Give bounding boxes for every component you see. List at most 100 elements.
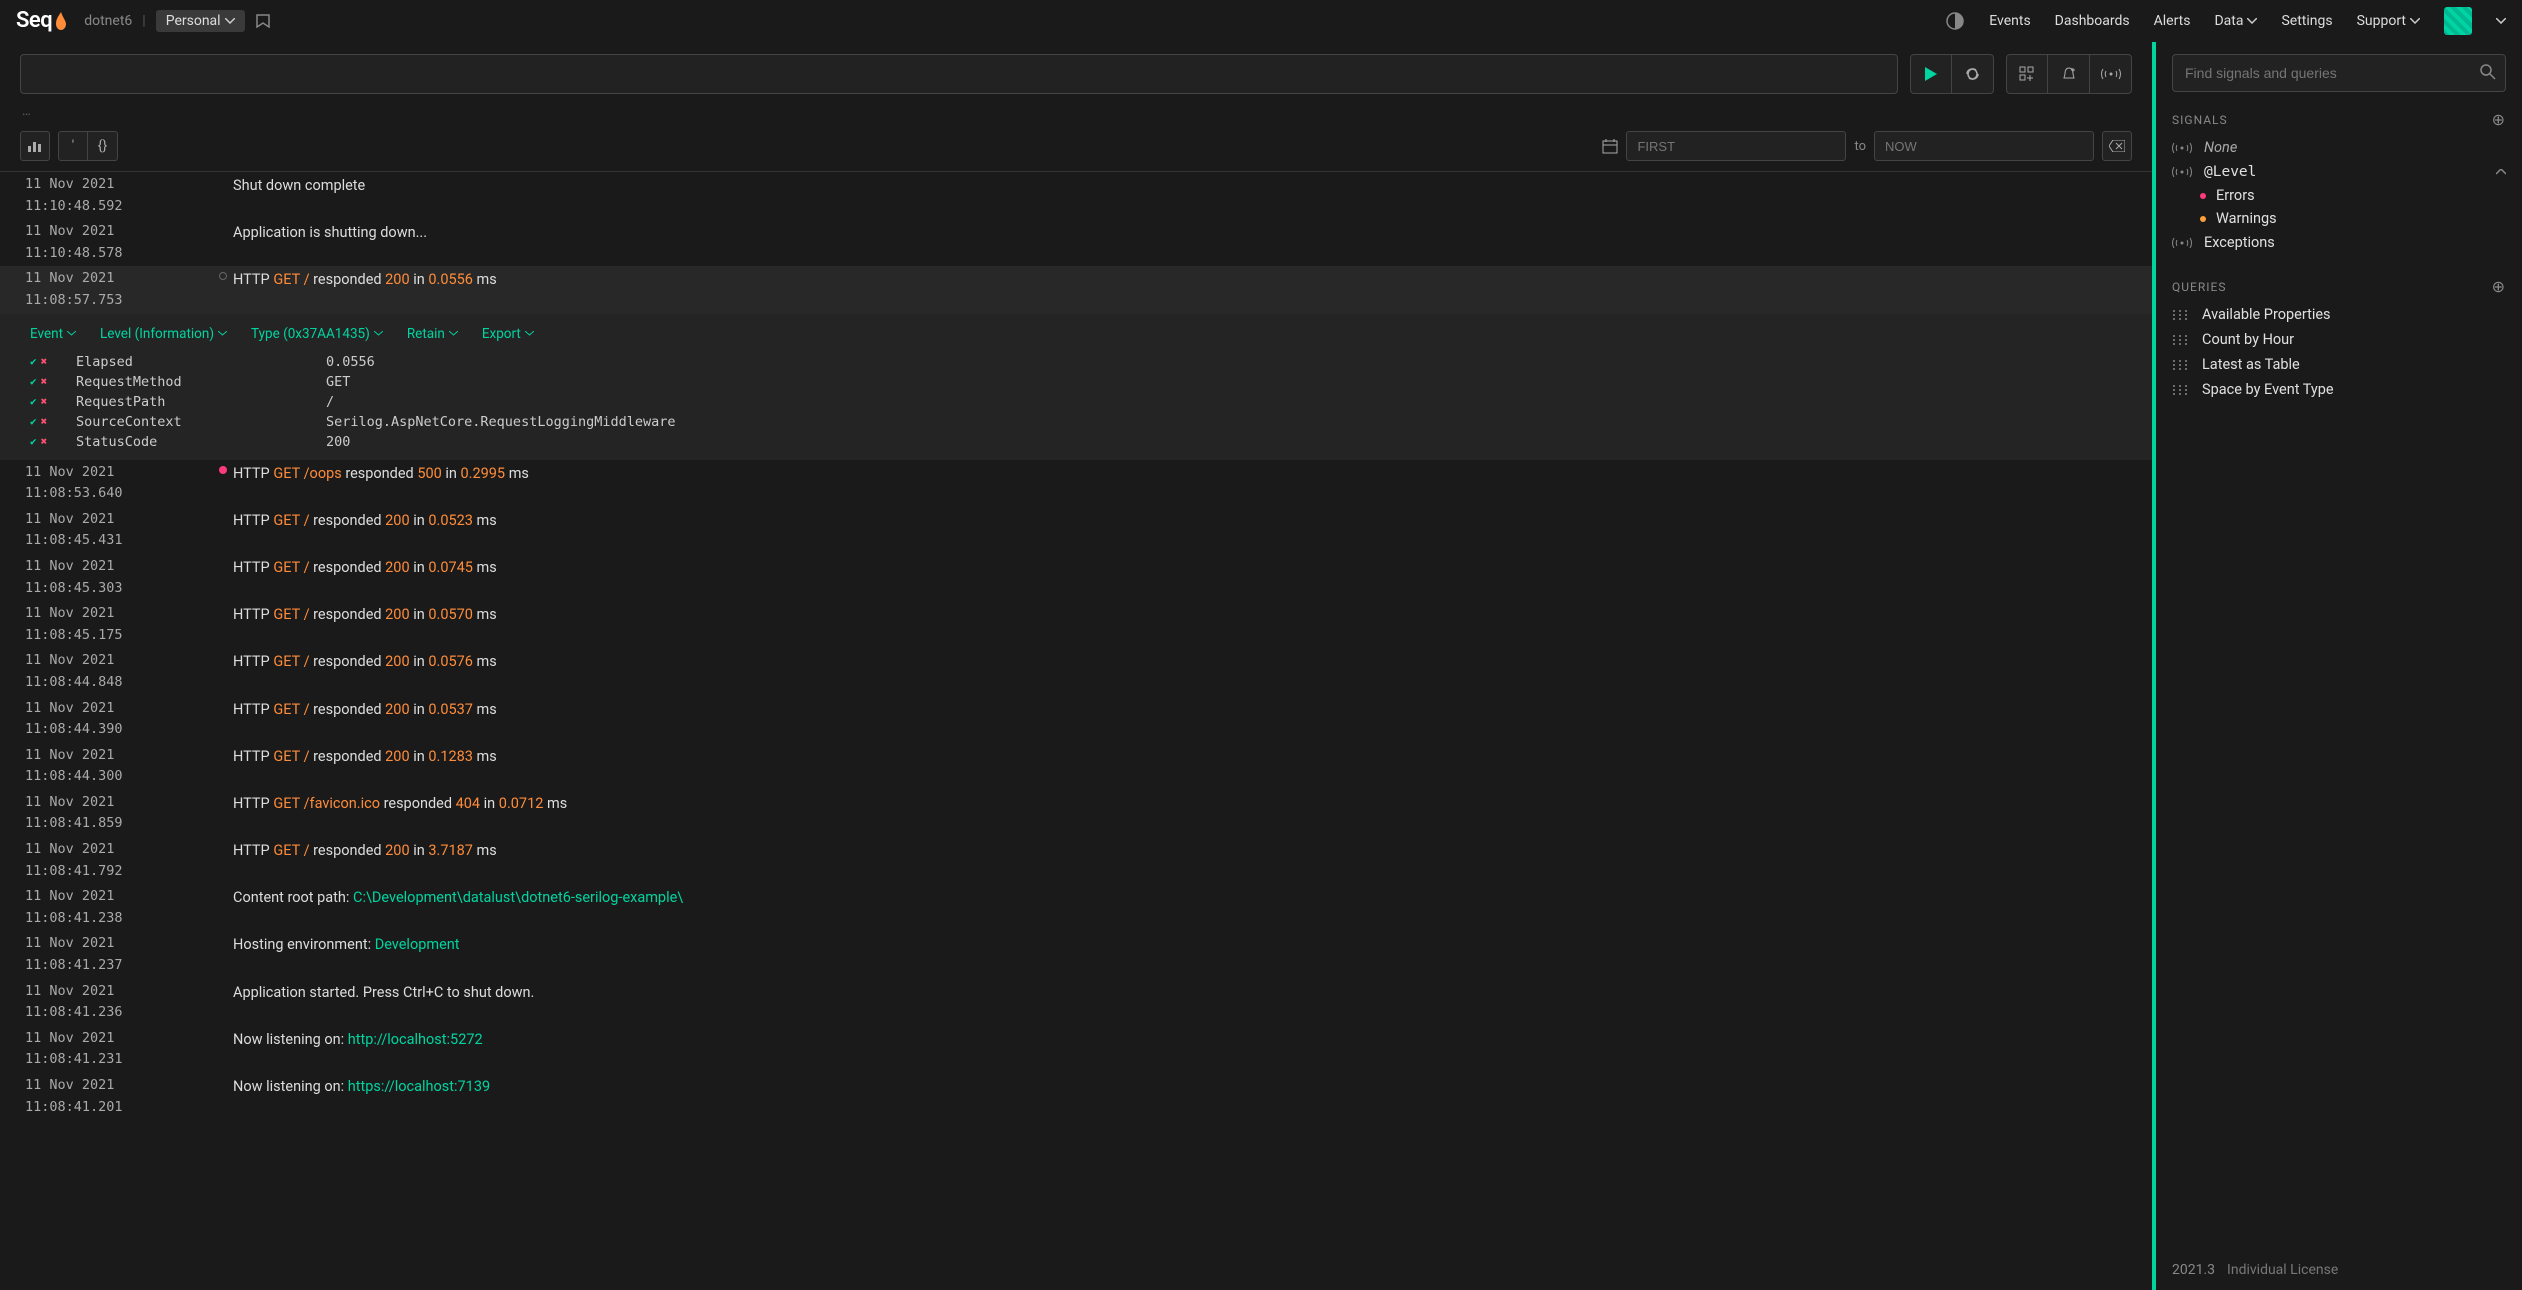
- version-label[interactable]: 2021.3: [2172, 1262, 2215, 1278]
- logo[interactable]: Seq: [16, 8, 68, 33]
- detail-retain-menu[interactable]: Retain: [407, 326, 458, 342]
- queries-header-label: QUERIES: [2172, 280, 2226, 294]
- property-name[interactable]: SourceContext: [76, 414, 316, 430]
- signals-search-input[interactable]: [2172, 54, 2506, 92]
- event-row[interactable]: 11 Nov 2021 11:08:44.390 HTTP GET / resp…: [0, 696, 2152, 743]
- add-signal-icon[interactable]: ⊕: [2492, 110, 2506, 129]
- event-row[interactable]: 11 Nov 2021 11:08:44.848 HTTP GET / resp…: [0, 648, 2152, 695]
- query-space-by-event-type[interactable]: Space by Event Type: [2156, 377, 2522, 402]
- signal-exceptions[interactable]: Exceptions: [2156, 230, 2522, 255]
- workspace-name[interactable]: dotnet6: [84, 13, 132, 29]
- filters-row: ' {} to: [0, 121, 2152, 171]
- chevron-down-icon[interactable]: [2496, 18, 2506, 24]
- calendar-icon[interactable]: [1602, 138, 1618, 154]
- query-input[interactable]: [20, 54, 1898, 94]
- event-timestamp: 11 Nov 2021 11:08:41.859: [13, 792, 213, 835]
- exclude-filter-icon[interactable]: ✖: [41, 435, 48, 448]
- property-value[interactable]: 200: [326, 434, 350, 450]
- property-value[interactable]: GET: [326, 374, 350, 390]
- license-label[interactable]: Individual License: [2227, 1262, 2338, 1278]
- query-latest-as-table[interactable]: Latest as Table: [2156, 352, 2522, 377]
- run-query-button[interactable]: [1910, 54, 1952, 94]
- nav-support[interactable]: Support: [2357, 13, 2420, 29]
- event-row[interactable]: 11 Nov 2021 11:08:41.859 HTTP GET /favic…: [0, 790, 2152, 837]
- event-timestamp: 11 Nov 2021 11:08:41.236: [13, 981, 213, 1024]
- property-value[interactable]: /: [326, 394, 334, 410]
- event-row[interactable]: 11 Nov 2021 11:08:44.300 HTTP GET / resp…: [0, 743, 2152, 790]
- nav-settings[interactable]: Settings: [2281, 13, 2332, 29]
- chart-toggle-button[interactable]: [20, 131, 50, 161]
- query-count-by-hour[interactable]: Count by Hour: [2156, 327, 2522, 352]
- signal-warnings[interactable]: Warnings: [2156, 207, 2522, 230]
- detail-level-menu[interactable]: Level (Information): [100, 326, 227, 342]
- event-row[interactable]: 11 Nov 2021 11:08:45.431 HTTP GET / resp…: [0, 507, 2152, 554]
- chevron-down-icon: [225, 18, 235, 24]
- detail-type-menu[interactable]: Type (0x37AA1435): [251, 326, 383, 342]
- nav-data[interactable]: Data: [2214, 13, 2257, 29]
- events-list: 11 Nov 2021 11:10:48.592 Shut down compl…: [0, 171, 2152, 1290]
- event-row[interactable]: 11 Nov 2021 11:10:48.592 Shut down compl…: [0, 172, 2152, 219]
- quote-button[interactable]: ': [58, 131, 88, 161]
- add-dashboard-button[interactable]: [2006, 54, 2048, 94]
- profile-dropdown[interactable]: Personal: [156, 10, 245, 32]
- event-row[interactable]: 11 Nov 2021 11:08:45.175 HTTP GET / resp…: [0, 601, 2152, 648]
- braces-button[interactable]: {}: [88, 131, 118, 161]
- event-row[interactable]: 11 Nov 2021 11:08:41.236 Application sta…: [0, 979, 2152, 1026]
- signal-child-label: Warnings: [2216, 210, 2277, 227]
- detail-export-menu[interactable]: Export: [482, 326, 534, 342]
- property-row: ✔ ✖ SourceContext Serilog.AspNetCore.Requ…: [30, 412, 2132, 432]
- nav-events[interactable]: Events: [1989, 13, 2030, 29]
- exclude-filter-icon[interactable]: ✖: [41, 375, 48, 388]
- property-name[interactable]: RequestPath: [76, 394, 316, 410]
- chevron-down-icon: [2247, 18, 2257, 24]
- signal-errors[interactable]: Errors: [2156, 184, 2522, 207]
- event-row[interactable]: 11 Nov 2021 11:10:48.578 Application is …: [0, 219, 2152, 266]
- property-value[interactable]: Serilog.AspNetCore.RequestLoggingMiddlew…: [326, 414, 676, 430]
- event-row-expanded[interactable]: 11 Nov 2021 11:08:57.753 HTTP GET / resp…: [0, 266, 2152, 313]
- event-row[interactable]: 11 Nov 2021 11:08:41.201 Now listening o…: [0, 1073, 2152, 1120]
- avatar[interactable]: [2444, 7, 2472, 35]
- bookmark-icon[interactable]: [255, 14, 271, 28]
- query-available-properties[interactable]: Available Properties: [2156, 302, 2522, 327]
- clear-dates-button[interactable]: [2102, 131, 2132, 161]
- property-name[interactable]: Elapsed: [76, 354, 316, 370]
- chevron-up-icon[interactable]: [2496, 169, 2506, 175]
- include-filter-icon[interactable]: ✔: [30, 435, 37, 448]
- exclude-filter-icon[interactable]: ✖: [41, 415, 48, 428]
- property-name[interactable]: RequestMethod: [76, 374, 316, 390]
- search-icon[interactable]: [2480, 64, 2496, 80]
- include-filter-icon[interactable]: ✔: [30, 375, 37, 388]
- date-from-input[interactable]: [1626, 131, 1846, 161]
- event-row[interactable]: 11 Nov 2021 11:08:41.237 Hosting environ…: [0, 931, 2152, 978]
- add-alert-button[interactable]: [2048, 54, 2090, 94]
- event-row[interactable]: 11 Nov 2021 11:08:53.640 HTTP GET /oops …: [0, 460, 2152, 507]
- event-timestamp: 11 Nov 2021 11:08:41.238: [13, 886, 213, 929]
- play-icon: [1925, 67, 1937, 81]
- properties-table: ✔ ✖ Elapsed 0.0556 ✔ ✖ RequestMethod GET ✔…: [30, 352, 2132, 452]
- nav-dashboards[interactable]: Dashboards: [2055, 13, 2130, 29]
- level-dot-info: [219, 272, 227, 280]
- event-row[interactable]: 11 Nov 2021 11:08:41.231 Now listening o…: [0, 1026, 2152, 1073]
- include-filter-icon[interactable]: ✔: [30, 415, 37, 428]
- add-signal-button[interactable]: [2090, 54, 2132, 94]
- refresh-icon: [1964, 67, 1982, 81]
- signal-level[interactable]: @Level: [2156, 160, 2522, 184]
- exclude-filter-icon[interactable]: ✖: [41, 355, 48, 368]
- property-value[interactable]: 0.0556: [326, 354, 375, 370]
- signal-none[interactable]: None: [2156, 135, 2522, 160]
- event-row[interactable]: 11 Nov 2021 11:08:45.303 HTTP GET / resp…: [0, 554, 2152, 601]
- include-filter-icon[interactable]: ✔: [30, 355, 37, 368]
- nav-alerts[interactable]: Alerts: [2154, 13, 2191, 29]
- include-filter-icon[interactable]: ✔: [30, 395, 37, 408]
- event-row[interactable]: 11 Nov 2021 11:08:41.238 Content root pa…: [0, 884, 2152, 931]
- event-row[interactable]: 11 Nov 2021 11:08:41.792 HTTP GET / resp…: [0, 837, 2152, 884]
- theme-toggle-icon[interactable]: [1945, 11, 1965, 31]
- brand-text: Seq: [16, 8, 52, 33]
- exclude-filter-icon[interactable]: ✖: [41, 395, 48, 408]
- date-to-input[interactable]: [1874, 131, 2094, 161]
- detail-event-menu[interactable]: Event: [30, 326, 76, 342]
- property-name[interactable]: StatusCode: [76, 434, 316, 450]
- refresh-button[interactable]: [1952, 54, 1994, 94]
- add-query-icon[interactable]: ⊕: [2492, 277, 2506, 296]
- query-label: Space by Event Type: [2202, 381, 2334, 398]
